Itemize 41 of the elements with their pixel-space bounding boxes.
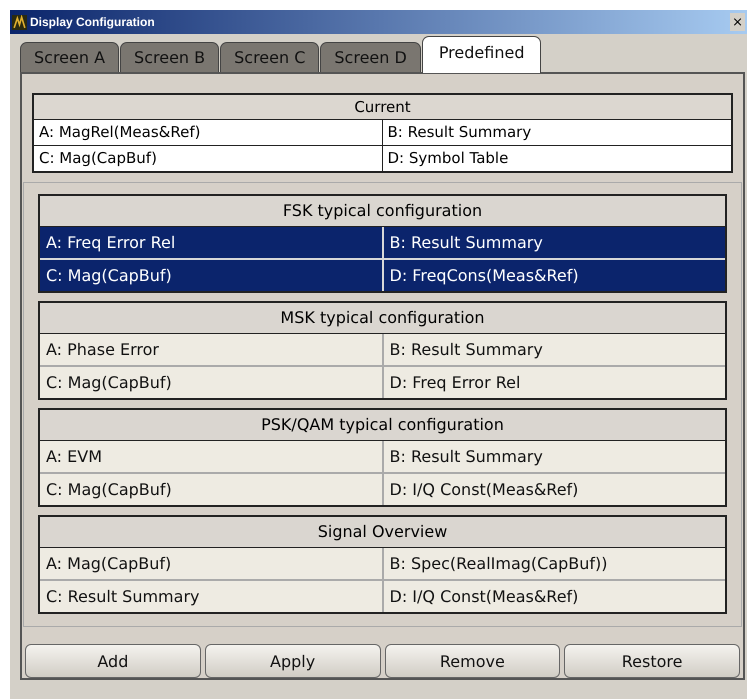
configuration-item[interactable]: MSK typical configuration A: Phase Error B: Result Summary C: Mag(CapBuf) D: Freq Error Rel — [38, 301, 727, 400]
configuration-item[interactable]: PSK/QAM typical configuration A: EVM B: Result Summary C: Mag(CapBuf) D: I/Q Const(Meas&Ref) — [38, 408, 727, 507]
configuration-cell: A: Phase Error — [40, 334, 382, 365]
configuration-title: Signal Overview — [40, 517, 725, 548]
tab[interactable]: Screen C — [220, 42, 320, 72]
tab[interactable]: Screen D — [320, 42, 421, 72]
action-button[interactable]: Restore — [564, 644, 740, 678]
configuration-cell: B: Result Summary — [384, 441, 725, 472]
configuration-title: MSK typical configuration — [40, 303, 725, 334]
tab[interactable]: Screen B — [120, 42, 220, 72]
configuration-item[interactable]: Signal Overview A: Mag(CapBuf) B: Spec(RealImag(CapBuf)) C: Result Summary D: I/Q Const(Meas&Ref) — [38, 515, 727, 614]
configuration-cell: B: Result Summary — [384, 227, 725, 258]
configuration-cell: D: I/Q Const(Meas&Ref) — [384, 581, 725, 612]
configuration-cell: C: Mag(CapBuf) — [40, 367, 382, 398]
app-icon — [12, 14, 27, 30]
configuration-title: FSK typical configuration — [40, 196, 725, 227]
configuration-cell: C: Mag(CapBuf) — [40, 474, 382, 505]
configuration-cell: C: Result Summary — [40, 581, 382, 612]
action-button[interactable]: Add — [25, 644, 201, 678]
configuration-item[interactable]: FSK typical configuration A: Freq Error Rel B: Result Summary C: Mag(CapBuf) D: FreqCons(Meas&Ref) — [38, 194, 727, 293]
action-button[interactable]: Apply — [204, 644, 380, 678]
configuration-cell: A: EVM — [40, 441, 382, 472]
table-cell: B: Result Summary — [382, 120, 731, 146]
tab[interactable]: Screen A — [20, 42, 120, 72]
configuration-cell: B: Spec(RealImag(CapBuf)) — [384, 548, 725, 579]
table-cell: C: Mag(CapBuf) — [34, 146, 382, 171]
configuration-cell: B: Result Summary — [384, 334, 725, 365]
configuration-cell: D: FreqCons(Meas&Ref) — [384, 260, 725, 291]
table-header: Current — [34, 95, 731, 120]
action-button[interactable]: Remove — [384, 644, 560, 678]
configuration-cell: A: Mag(CapBuf) — [40, 548, 382, 579]
tab[interactable]: Predefined — [422, 36, 542, 73]
configuration-cell: A: Freq Error Rel — [40, 227, 382, 258]
window-title: Display Configuration — [30, 15, 156, 29]
configuration-cell: D: Freq Error Rel — [384, 367, 725, 398]
configuration-cell: C: Mag(CapBuf) — [40, 260, 382, 291]
configuration-cell: D: I/Q Const(Meas&Ref) — [384, 474, 725, 505]
configuration-title: PSK/QAM typical configuration — [40, 410, 725, 441]
table-cell: A: MagRel(Meas&Ref) — [34, 120, 382, 146]
close-button[interactable]: × — [730, 13, 745, 31]
table-cell-text: D: Symbol Table — [386, 148, 510, 169]
